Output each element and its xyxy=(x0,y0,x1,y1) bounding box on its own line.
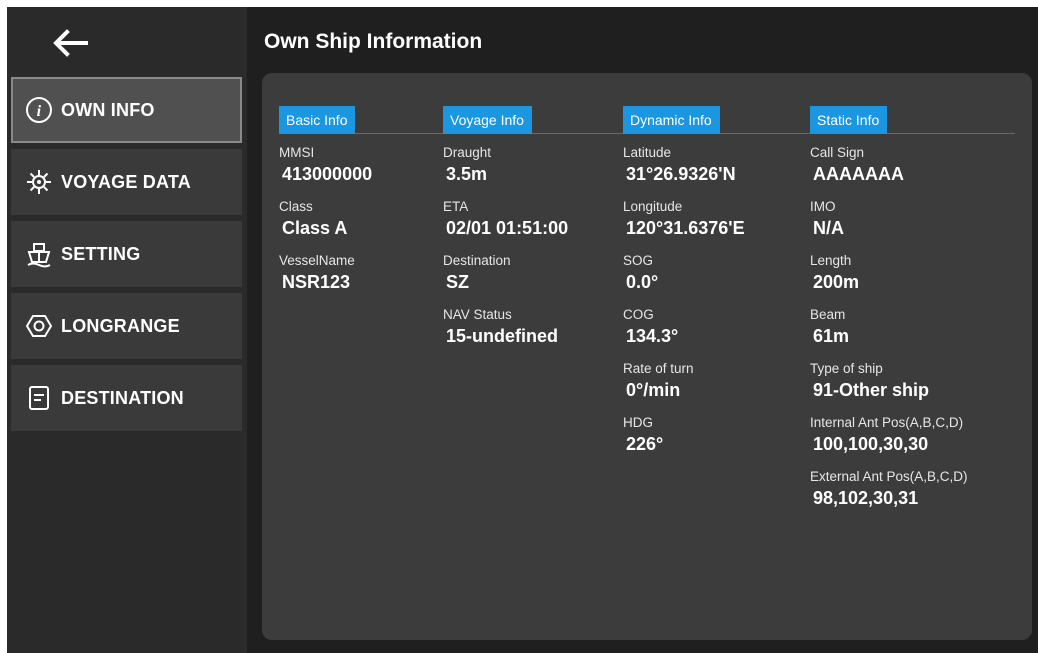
info-panel: Basic Info MMSI 413000000 Class Class A … xyxy=(262,73,1032,640)
field-label: Length xyxy=(810,253,852,268)
field-length: Length 200m xyxy=(810,252,968,296)
hexagon-icon xyxy=(25,312,53,340)
field-rate-of-turn: Rate of turn 0°/min xyxy=(623,360,745,404)
field-label: Beam xyxy=(810,307,846,322)
field-value: 134.3° xyxy=(626,326,679,346)
voyage-info-tab[interactable]: Voyage Info xyxy=(443,106,532,134)
field-label: Destination xyxy=(443,253,511,268)
field-value: 100,100,30,30 xyxy=(813,434,929,454)
sidebar-item-label: SETTING xyxy=(61,243,141,264)
field-destination: Destination SZ xyxy=(443,252,568,296)
field-eta: ETA 02/01 01:51:00 xyxy=(443,198,568,242)
static-info-tab[interactable]: Static Info xyxy=(810,106,888,134)
sidebar-item-destination[interactable]: DESTINATION xyxy=(11,365,242,431)
dynamic-info-section: Dynamic Info Latitude 31°26.9326'N Longi… xyxy=(623,106,745,468)
field-label: Internal Ant Pos(A,B,C,D) xyxy=(810,415,964,430)
field-class: Class Class A xyxy=(279,198,372,242)
field-value: 200m xyxy=(813,272,860,292)
field-label: COG xyxy=(623,307,654,322)
basic-info-section: Basic Info MMSI 413000000 Class Class A … xyxy=(279,106,372,306)
field-value: 0.0° xyxy=(626,272,659,292)
field-label: Type of ship xyxy=(810,361,883,376)
sidebar-item-setting[interactable]: SETTING xyxy=(11,221,242,287)
field-value: 226° xyxy=(626,434,664,454)
field-type-of-ship: Type of ship 91-Other ship xyxy=(810,360,968,404)
field-value: 3.5m xyxy=(446,164,488,184)
field-label: External Ant Pos(A,B,C,D) xyxy=(810,469,968,484)
gear-icon xyxy=(25,168,53,196)
field-label: VesselName xyxy=(279,253,355,268)
field-imo: IMO N/A xyxy=(810,198,968,242)
document-icon xyxy=(25,384,53,412)
field-label: Longitude xyxy=(623,199,683,214)
field-label: NAV Status xyxy=(443,307,512,322)
field-longitude: Longitude 120°31.6376'E xyxy=(623,198,745,242)
field-value: 98,102,30,31 xyxy=(813,488,919,508)
static-info-section: Static Info Call Sign AAAAAAA IMO N/A Le… xyxy=(810,106,968,522)
sidebar-menu: i OWN INFO VOYAGE DATA SETTING LONGRANGE… xyxy=(11,77,242,437)
field-value: N/A xyxy=(813,218,844,238)
field-label: Latitude xyxy=(623,145,672,160)
page-title: Own Ship Information xyxy=(264,30,483,53)
field-label: HDG xyxy=(623,415,653,430)
svg-text:i: i xyxy=(37,103,42,120)
field-label: Call Sign xyxy=(810,145,865,160)
field-value: 15-undefined xyxy=(446,326,559,346)
sidebar-item-longrange[interactable]: LONGRANGE xyxy=(11,293,242,359)
field-sog: SOG 0.0° xyxy=(623,252,745,296)
field-vessel-name: VesselName NSR123 xyxy=(279,252,372,296)
back-button[interactable] xyxy=(45,23,95,63)
field-latitude: Latitude 31°26.9326'N xyxy=(623,144,745,188)
field-draught: Draught 3.5m xyxy=(443,144,568,188)
app-window: i OWN INFO VOYAGE DATA SETTING LONGRANGE… xyxy=(7,7,1038,653)
field-internal-ant-pos: Internal Ant Pos(A,B,C,D) 100,100,30,30 xyxy=(810,414,968,458)
sidebar-item-label: DESTINATION xyxy=(61,387,184,408)
field-value: 0°/min xyxy=(626,380,681,400)
basic-info-tab[interactable]: Basic Info xyxy=(279,106,356,134)
field-nav-status: NAV Status 15-undefined xyxy=(443,306,568,350)
field-label: Draught xyxy=(443,145,492,160)
field-value: 02/01 01:51:00 xyxy=(446,218,569,238)
field-value: 120°31.6376'E xyxy=(626,218,745,238)
field-label: SOG xyxy=(623,253,654,268)
field-label: Rate of turn xyxy=(623,361,694,376)
field-label: MMSI xyxy=(279,145,315,160)
field-cog: COG 134.3° xyxy=(623,306,745,350)
sidebar: i OWN INFO VOYAGE DATA SETTING LONGRANGE… xyxy=(7,7,247,653)
sidebar-item-voyage-data[interactable]: VOYAGE DATA xyxy=(11,149,242,215)
sidebar-item-label: VOYAGE DATA xyxy=(61,171,191,192)
arrow-left-icon xyxy=(53,29,88,57)
sidebar-item-label: OWN INFO xyxy=(61,99,155,120)
sidebar-item-label: LONGRANGE xyxy=(61,315,180,336)
ship-icon xyxy=(25,240,53,268)
field-value: 413000000 xyxy=(282,164,373,184)
field-external-ant-pos: External Ant Pos(A,B,C,D) 98,102,30,31 xyxy=(810,468,968,512)
field-value: 61m xyxy=(813,326,850,346)
field-value: AAAAAAA xyxy=(813,164,904,184)
field-value: 31°26.9326'N xyxy=(626,164,736,184)
sidebar-item-own-info[interactable]: i OWN INFO xyxy=(11,77,242,143)
field-mmsi: MMSI 413000000 xyxy=(279,144,372,188)
voyage-info-section: Voyage Info Draught 3.5m ETA 02/01 01:51… xyxy=(443,106,568,360)
field-label: Class xyxy=(279,199,313,214)
field-value: SZ xyxy=(446,272,470,292)
field-value: NSR123 xyxy=(282,272,351,292)
field-value: Class A xyxy=(282,218,348,238)
field-hdg: HDG 226° xyxy=(623,414,745,458)
field-call-sign: Call Sign AAAAAAA xyxy=(810,144,968,188)
field-beam: Beam 61m xyxy=(810,306,968,350)
field-value: 91-Other ship xyxy=(813,380,930,400)
field-label: ETA xyxy=(443,199,469,214)
field-label: IMO xyxy=(810,199,836,214)
dynamic-info-tab[interactable]: Dynamic Info xyxy=(623,106,720,134)
info-icon: i xyxy=(25,96,53,124)
